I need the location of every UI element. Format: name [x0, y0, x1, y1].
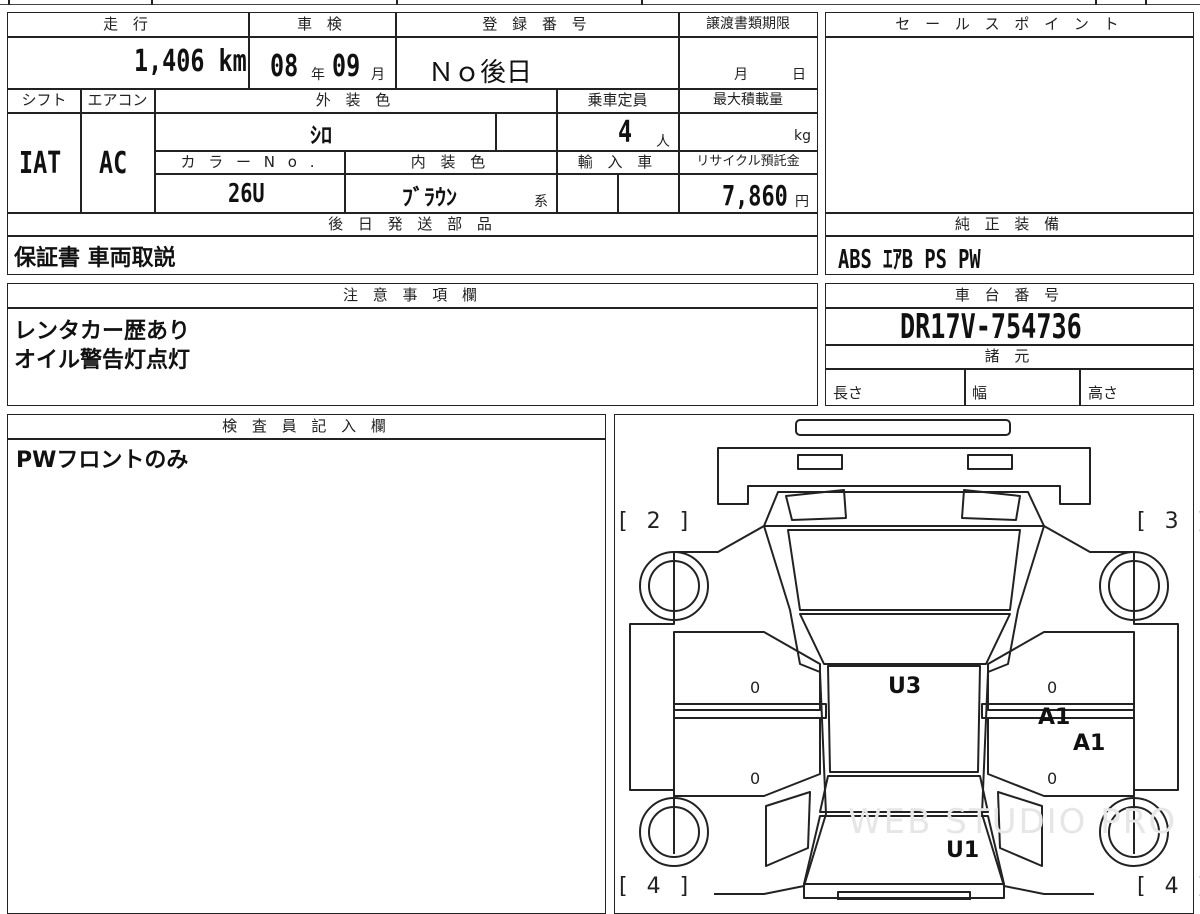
- sales-point-header: セ ー ル ス ポ イ ン ト: [895, 15, 1124, 33]
- spec-height-label: 高さ: [1088, 384, 1119, 402]
- capacity-unit: 人: [656, 134, 670, 150]
- aircon-header: エアコン: [87, 91, 148, 109]
- shift-header: シフト: [21, 91, 67, 109]
- transfer-deadline-header: 譲渡書類期限: [706, 16, 790, 32]
- exterior-color-header: 外 装 色: [315, 91, 396, 109]
- mileage-value: 1,406 km: [134, 44, 247, 79]
- deadline-month-unit: 月: [734, 67, 748, 83]
- mileage-header: 走 行: [103, 15, 153, 33]
- interior-color-value: ﾌﾞﾗｳﾝ: [402, 186, 458, 211]
- inspector-text: PWフロントのみ: [16, 448, 189, 473]
- damage-mark-a1-upper: A1: [1038, 705, 1071, 730]
- later-parts-header: 後 日 発 送 部 品: [328, 215, 497, 233]
- notes-line-2: オイル警告灯点灯: [14, 348, 191, 373]
- interior-color-header: 内 装 色: [410, 153, 491, 171]
- watermark: WEB STUDIO PRO: [848, 802, 1178, 842]
- spec-width-label: 幅: [972, 384, 988, 402]
- spec-length-label: 長さ: [833, 384, 864, 402]
- color-no-value: 26U: [228, 179, 265, 209]
- exterior-color-value: ｼﾛ: [310, 124, 333, 149]
- corner-label-bottom-right: [ 4 ]: [1137, 874, 1200, 899]
- inspection-month-unit: 月: [371, 67, 385, 83]
- inspector-header: 検 査 員 記 入 欄: [222, 417, 391, 435]
- capacity-value: 4: [618, 115, 633, 150]
- inspection-month: 09: [332, 49, 361, 84]
- max-load-header: 最大積載量: [713, 92, 783, 108]
- panel-zero-left-front: 0: [750, 678, 761, 697]
- later-parts-value: 保証書 車両取説: [14, 246, 176, 271]
- max-load-unit: kg: [794, 128, 811, 144]
- corner-label-bottom-left: [ 4 ]: [619, 874, 695, 899]
- recycle-header: リサイクル預託金: [696, 154, 800, 169]
- chassis-value: DR17V-754736: [900, 307, 1082, 347]
- registration-header: 登 録 番 号: [482, 15, 592, 33]
- panel-zero-left-rear: 0: [750, 769, 761, 788]
- damage-mark-u3: U3: [888, 674, 922, 699]
- capacity-header: 乗車定員: [587, 91, 648, 109]
- aircon-value: AC: [99, 146, 128, 181]
- corner-label-top-right: [ 3 ]: [1137, 509, 1200, 534]
- recycle-value: 7,860: [722, 179, 788, 212]
- panel-zero-right-front: 0: [1047, 678, 1058, 697]
- color-no-header: カ ラ ー N o .: [180, 153, 319, 171]
- corner-label-top-left: [ 2 ]: [619, 509, 695, 534]
- recycle-unit: 円: [795, 194, 809, 210]
- equipment-value: ABS ｴｱB PS PW: [838, 245, 981, 275]
- interior-color-suffix: 系: [534, 194, 548, 210]
- chassis-header: 車 台 番 号: [954, 286, 1065, 304]
- inspection-header: 車 検: [297, 15, 347, 33]
- deadline-day-unit: 日: [792, 67, 806, 83]
- equipment-header: 純 正 装 備: [954, 215, 1065, 233]
- registration-value: Ｎｏ後日: [428, 58, 533, 88]
- shift-value: IAT: [19, 146, 62, 181]
- import-header: 輸 入 車: [577, 153, 658, 171]
- notes-header: 注 意 事 項 欄: [342, 286, 483, 304]
- inspection-year: 08: [270, 49, 299, 84]
- panel-zero-right-rear: 0: [1047, 769, 1058, 788]
- notes-line-1: レンタカー歴あり: [14, 319, 191, 344]
- damage-mark-a1-lower: A1: [1073, 731, 1106, 756]
- specs-header: 諸 元: [984, 347, 1035, 365]
- inspection-year-unit: 年: [311, 67, 325, 83]
